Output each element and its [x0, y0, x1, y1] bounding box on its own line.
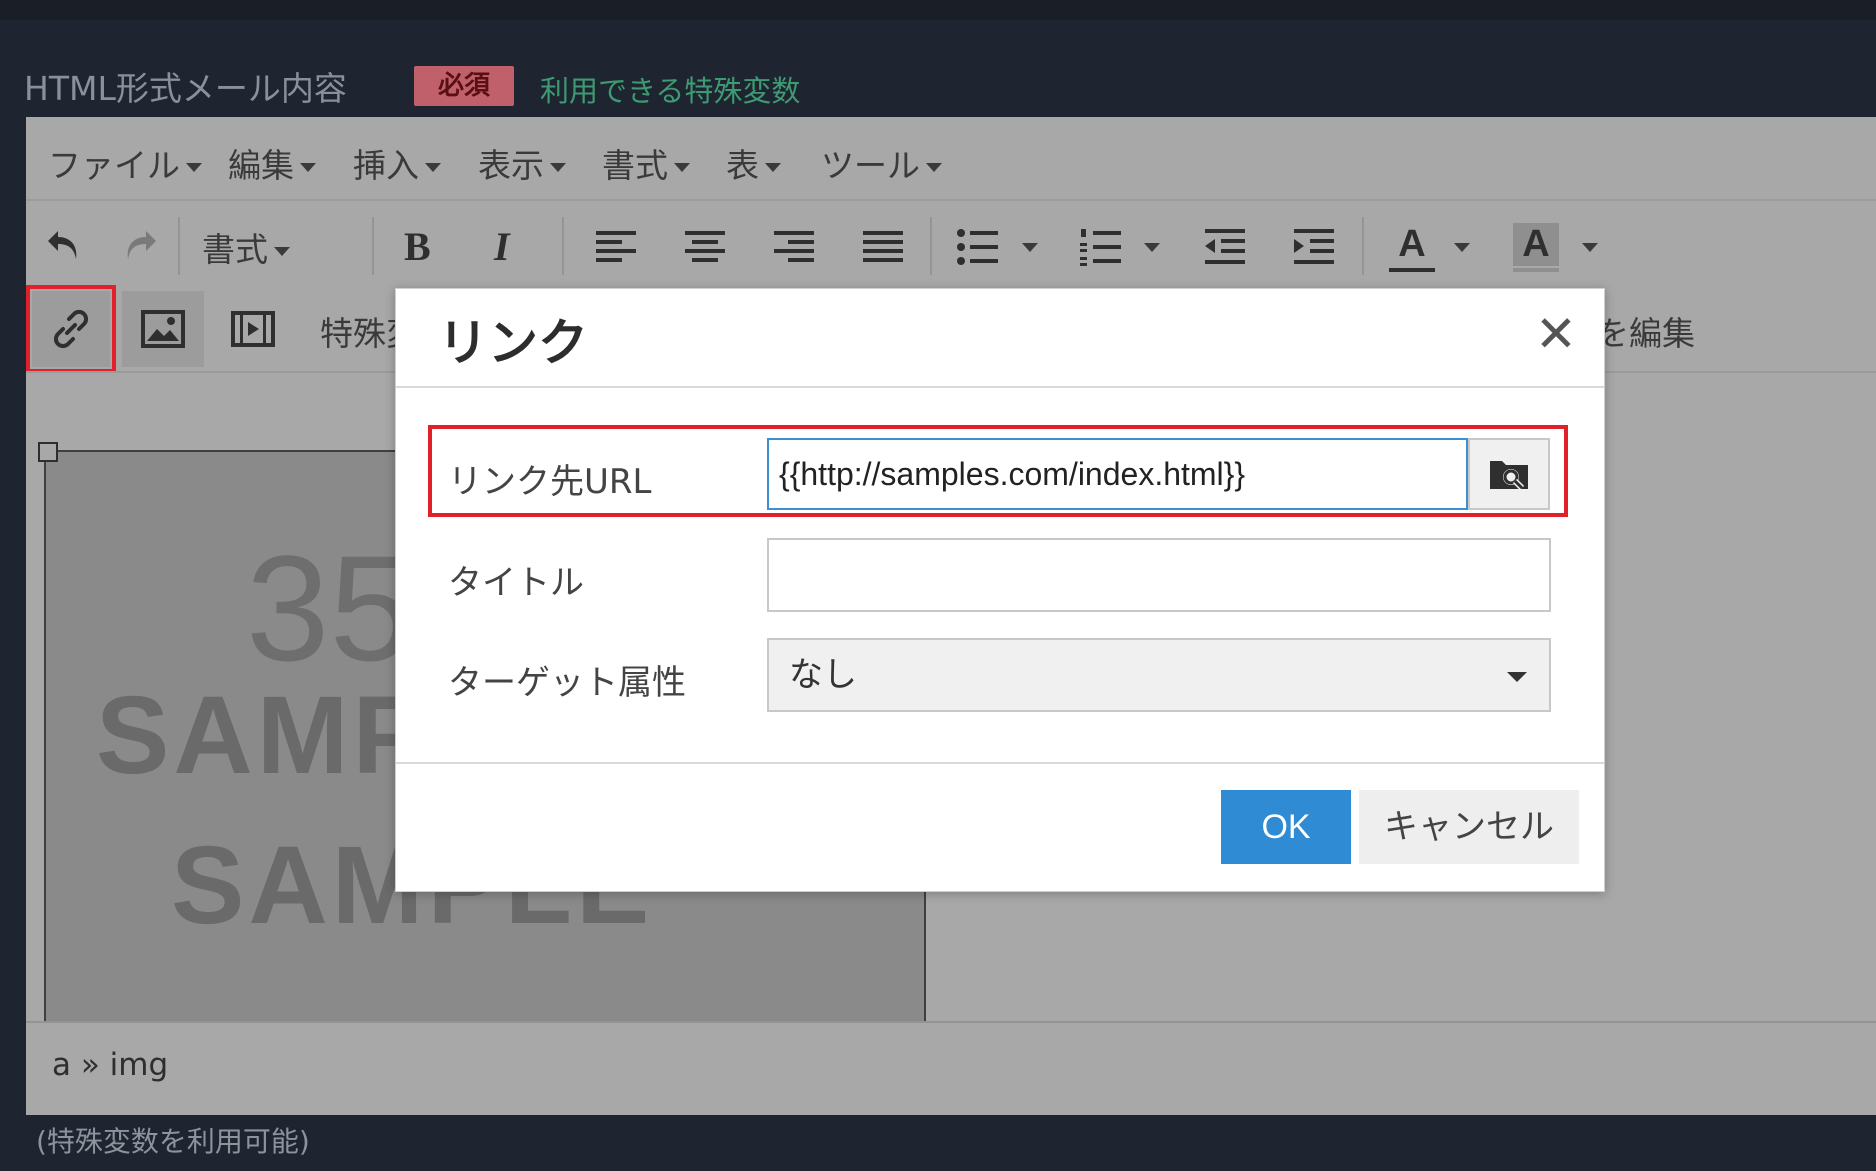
bold-button[interactable]: B — [404, 227, 431, 267]
align-center-button[interactable] — [683, 227, 727, 271]
align-justify-icon — [863, 231, 903, 262]
insert-image-button[interactable] — [122, 291, 204, 367]
menu-edit[interactable]: 編集 — [228, 139, 316, 187]
target-label: ターゲット属性 — [448, 663, 686, 703]
insert-media-button[interactable] — [231, 309, 275, 353]
indent-button[interactable] — [1292, 227, 1336, 271]
link-icon — [53, 309, 89, 349]
italic-icon: I — [494, 224, 510, 269]
divider — [178, 217, 180, 275]
color-bar — [1389, 268, 1435, 272]
insert-link-button[interactable] — [32, 291, 110, 367]
chevron-down-icon — [1454, 243, 1470, 252]
cancel-button[interactable]: キャンセル — [1359, 790, 1579, 864]
divider — [562, 217, 564, 275]
menu-file[interactable]: ファイル — [48, 139, 202, 187]
title-input[interactable] — [767, 538, 1551, 612]
image-icon — [141, 310, 185, 348]
close-icon: ✕ — [1535, 305, 1577, 363]
folder-search-icon — [1490, 461, 1528, 491]
align-left-icon — [596, 231, 636, 262]
url-label: リンク先URL — [448, 462, 652, 502]
chevron-down-icon — [425, 163, 441, 172]
divider — [396, 386, 1604, 388]
top-bar — [0, 0, 1876, 20]
chevron-down-icon — [1507, 672, 1527, 682]
field-title: HTML形式メール内容 — [24, 69, 347, 108]
undo-icon — [48, 231, 77, 259]
undo-button[interactable] — [44, 225, 84, 269]
divider — [396, 762, 1604, 764]
chevron-down-icon — [186, 163, 202, 172]
divider — [1362, 217, 1364, 275]
background-color-button[interactable]: A — [1513, 223, 1559, 272]
help-text: (特殊変数を利用可能) — [36, 1125, 310, 1158]
divider — [372, 217, 374, 275]
divider — [26, 1021, 1876, 1023]
resize-handle[interactable] — [38, 442, 58, 462]
menu-format[interactable]: 書式 — [602, 139, 690, 187]
bold-icon: B — [404, 224, 431, 269]
target-select[interactable]: なし — [767, 638, 1551, 712]
text-color-dropdown[interactable] — [1454, 237, 1470, 256]
align-left-button[interactable] — [594, 227, 638, 271]
chevron-down-icon — [300, 163, 316, 172]
outdent-icon — [1205, 229, 1245, 264]
browse-button[interactable] — [1468, 438, 1550, 510]
italic-button[interactable]: I — [494, 227, 510, 267]
required-badge: 必須 — [414, 66, 514, 106]
divider — [930, 217, 932, 275]
bullet-list-icon — [957, 229, 998, 265]
redo-button[interactable] — [120, 225, 160, 269]
menu-table[interactable]: 表 — [726, 139, 781, 187]
ok-button[interactable]: OK — [1221, 790, 1351, 864]
media-icon — [231, 311, 275, 347]
background-color-dropdown[interactable] — [1582, 237, 1598, 256]
background-color-icon: A — [1513, 223, 1559, 266]
chevron-down-icon — [550, 163, 566, 172]
outdent-button[interactable] — [1203, 227, 1247, 271]
chevron-down-icon — [1582, 243, 1598, 252]
color-bar — [1513, 268, 1559, 272]
menu-insert[interactable]: 挿入 — [353, 139, 441, 187]
text-color-button[interactable]: A — [1389, 223, 1435, 272]
edit-source-button[interactable]: を編集 — [1596, 307, 1695, 355]
chevron-down-icon — [1022, 243, 1038, 252]
title-label: タイトル — [448, 563, 584, 603]
align-center-icon — [685, 231, 725, 262]
bullet-list-dropdown[interactable] — [1022, 237, 1038, 256]
link-dialog: リンク ✕ リンク先URL タイトル ターゲット属性 なし OK キャンセル — [395, 288, 1605, 892]
text-color-icon: A — [1398, 223, 1426, 265]
chevron-down-icon — [674, 163, 690, 172]
bullet-list-button[interactable] — [956, 227, 1000, 271]
justify-button[interactable] — [861, 227, 905, 271]
format-dropdown[interactable]: 書式 — [202, 223, 290, 271]
menu-view[interactable]: 表示 — [478, 139, 566, 187]
chevron-down-icon — [765, 163, 781, 172]
numbered-list-button[interactable] — [1079, 227, 1123, 271]
element-path: a » img — [52, 1047, 169, 1083]
special-variables-link[interactable]: 利用できる特殊変数 — [540, 68, 800, 110]
numbered-list-icon — [1080, 229, 1121, 266]
chevron-down-icon — [274, 247, 290, 256]
align-right-button[interactable] — [772, 227, 816, 271]
menu-tools[interactable]: ツール — [821, 139, 942, 187]
chevron-down-icon — [926, 163, 942, 172]
numbered-list-dropdown[interactable] — [1144, 237, 1160, 256]
dialog-title: リンク — [438, 314, 588, 372]
redo-icon — [127, 231, 156, 259]
chevron-down-icon — [1144, 243, 1160, 252]
close-button[interactable]: ✕ — [1535, 309, 1577, 359]
menubar: ファイル 編集 挿入 表示 書式 表 ツール — [26, 117, 1876, 199]
align-right-icon — [774, 231, 814, 262]
url-input[interactable] — [767, 438, 1468, 510]
indent-icon — [1294, 229, 1334, 264]
divider — [26, 199, 1876, 201]
target-select-value: なし — [789, 655, 857, 695]
